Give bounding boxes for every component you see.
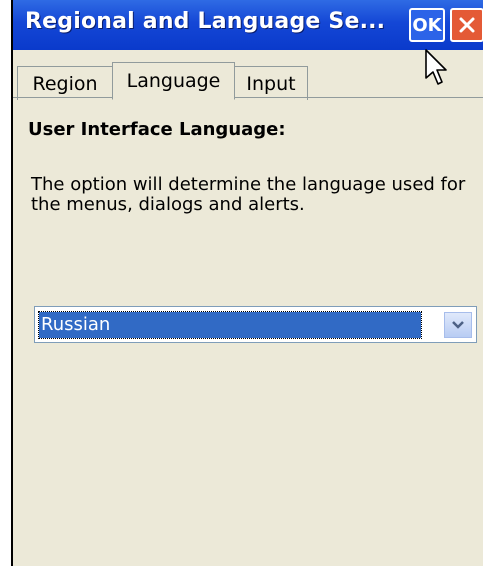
tab-language[interactable]: Language: [112, 62, 235, 100]
mouse-cursor-icon: [425, 49, 447, 85]
close-icon: [459, 17, 475, 33]
dropdown-button[interactable]: [444, 312, 472, 338]
description-text: The option will determine the language u…: [31, 174, 466, 215]
selected-language[interactable]: Russian: [38, 311, 422, 339]
chevron-down-icon: [452, 321, 464, 329]
tab-region[interactable]: Region: [17, 66, 113, 100]
tab-divider: [13, 97, 483, 98]
language-select[interactable]: Russian: [34, 306, 477, 343]
window-title: Regional and Language Se...: [25, 9, 386, 34]
tab-input[interactable]: Input: [234, 66, 308, 100]
section-heading: User Interface Language:: [28, 119, 286, 140]
dialog-window: Regional and Language Se... OK Region La…: [11, 0, 483, 566]
tab-strip: Region Language Input: [13, 62, 483, 100]
title-bar[interactable]: Regional and Language Se... OK: [13, 0, 483, 50]
close-button[interactable]: [450, 8, 483, 42]
ok-button[interactable]: OK: [409, 8, 445, 42]
